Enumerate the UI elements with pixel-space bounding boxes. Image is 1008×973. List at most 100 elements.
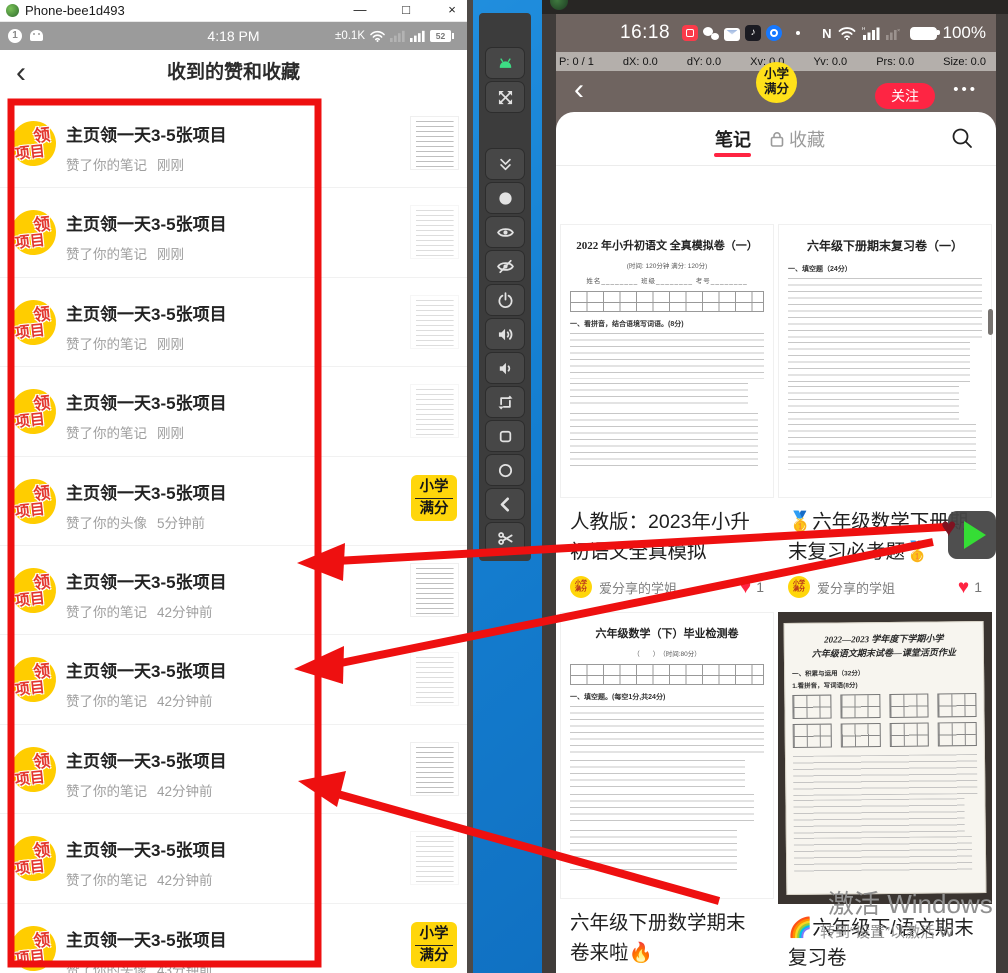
scrollbar-thumb[interactable] (988, 309, 993, 335)
debug-field: Prs: 0.0 (876, 56, 914, 68)
sender-avatar[interactable]: 领项目 (9, 923, 58, 972)
svg-text:H: H (862, 26, 865, 31)
screenshot-button[interactable] (485, 182, 525, 214)
notification-item[interactable]: 领项目 主页领一天3-5张项目 赞了你的笔记刚刚 (0, 367, 467, 456)
play-triangle-icon (964, 521, 986, 549)
square-button[interactable] (485, 420, 525, 452)
note-thumbnail[interactable] (410, 116, 459, 170)
note-thumbnail[interactable] (410, 295, 459, 349)
sender-avatar[interactable]: 领项目 (9, 208, 58, 257)
volume-up-button[interactable] (485, 318, 525, 350)
back-button[interactable] (485, 488, 525, 520)
note-thumbnail[interactable] (410, 205, 459, 259)
close-button[interactable]: × (436, 0, 468, 22)
phone-screen: 16:18 ♪ N H × 100% (556, 14, 996, 973)
page-header: ‹ 收到的赞和收藏 (0, 50, 467, 96)
author-name[interactable]: 爱分享的学姐 (817, 578, 895, 597)
circle-button[interactable] (485, 454, 525, 486)
paper-text-lines (793, 754, 977, 796)
collapse-button[interactable] (485, 148, 525, 180)
emulator-toolbar (479, 13, 531, 561)
liker-avatar-badge[interactable]: 小学满分 (411, 922, 457, 968)
notification-item[interactable]: 领项目 主页领一天3-5张项目 赞了你的笔记刚刚 (0, 278, 467, 367)
notification-title: 主页领一天3-5张项目 (66, 747, 227, 772)
like-heart-icon[interactable]: ♥ (958, 578, 969, 597)
note-thumbnail[interactable] (410, 742, 459, 796)
notification-item[interactable]: 领项目 主页领一天3-5张项目 赞了你的头像5分钟前 小学满分 (0, 457, 467, 546)
active-tab-underline (714, 153, 751, 157)
author-avatar[interactable]: 小学满分 (570, 576, 592, 598)
more-options-icon[interactable]: ••• (953, 81, 978, 98)
note-cover-image: 六年级数学（下）毕业检测卷 （ ） （时间:80分） 一、填空题。(每空1分,共… (560, 612, 774, 899)
notification-item[interactable]: 领项目 主页领一天3-5张项目 赞了你的笔记刚刚 (0, 99, 467, 188)
sender-avatar[interactable]: 领项目 (9, 298, 58, 347)
volume-down-button[interactable] (485, 352, 525, 384)
paper-text-lines (788, 342, 970, 382)
notification-title: 主页领一天3-5张项目 (66, 389, 227, 414)
note-card[interactable]: 六年级数学（下）毕业检测卷 （ ） （时间:80分） 一、填空题。(每空1分,共… (560, 612, 774, 973)
note-thumbnail[interactable] (410, 384, 459, 438)
show-eye-button[interactable] (485, 216, 525, 248)
rotate-button[interactable] (485, 386, 525, 418)
tab-notes[interactable]: 笔记 (715, 126, 751, 152)
like-heart-icon[interactable]: ♥ (941, 512, 956, 543)
liker-avatar-badge[interactable]: 小学满分 (411, 475, 457, 521)
paper-text-lines (788, 424, 976, 470)
note-thumbnail[interactable] (410, 563, 459, 617)
android-button[interactable] (485, 47, 525, 79)
signal-icon-off: × (886, 26, 902, 40)
fullscreen-button[interactable] (485, 81, 525, 113)
sender-avatar[interactable]: 领项目 (9, 119, 58, 168)
paper-text-lines (788, 386, 959, 420)
notification-item[interactable]: 领项目 主页领一天3-5张项目 赞了你的笔记刚刚 (0, 188, 467, 277)
left-window-titlebar[interactable]: Phone-bee1d493 — □ × (0, 0, 467, 22)
note-card[interactable]: 2022 年小升初语文 全真模拟卷（一） (时间: 120分钟 满分: 120分… (560, 224, 774, 608)
paper-text-lines (570, 413, 758, 471)
minimize-button[interactable]: — (344, 0, 376, 22)
browser-icon (766, 25, 782, 41)
notification-subtitle: 赞了你的笔记42分钟前 (66, 601, 227, 621)
sender-avatar[interactable]: 领项目 (9, 745, 58, 794)
sender-avatar[interactable]: 领项目 (9, 655, 58, 704)
tab-favorites[interactable]: 收藏 (770, 126, 825, 152)
note-card[interactable]: 2022—2023 学年度下学期小学 六年级语文期末试卷—课堂活页作业 一、积累… (778, 612, 992, 973)
note-thumbnail[interactable] (410, 652, 459, 706)
search-icon[interactable] (950, 126, 974, 150)
like-heart-icon[interactable]: ♥ (740, 578, 751, 597)
author-avatar[interactable]: 小学满分 (788, 576, 810, 598)
paper-text-lines (570, 706, 764, 756)
nfc-icon: N (822, 26, 831, 41)
profile-avatar[interactable]: 小学 满分 (756, 62, 797, 103)
power-button[interactable] (485, 284, 525, 316)
notification-title: 主页领一天3-5张项目 (66, 300, 227, 325)
note-meta: 小学满分 爱分享的学姐 ♥ 1 (778, 569, 992, 608)
back-chevron-icon[interactable]: ‹ (574, 71, 584, 109)
notification-item[interactable]: 领项目 主页领一天3-5张项目 赞了你的笔记42分钟前 (0, 814, 467, 903)
notification-subtitle: 赞了你的笔记刚刚 (66, 154, 227, 174)
notification-item[interactable]: 领项目 主页领一天3-5张项目 赞了你的笔记42分钟前 (0, 635, 467, 724)
battery-icon (910, 27, 937, 40)
cut-button[interactable] (485, 522, 525, 554)
battery-icon: 52 (430, 30, 451, 42)
notification-item[interactable]: 领项目 主页领一天3-5张项目 赞了你的笔记42分钟前 (0, 546, 467, 635)
hanzi-grid-row (793, 722, 977, 748)
sender-avatar[interactable]: 领项目 (9, 566, 58, 615)
sender-avatar[interactable]: 领项目 (9, 387, 58, 436)
window-title: Phone-bee1d493 (25, 3, 125, 18)
workbook-page: 2022—2023 学年度下学期小学 六年级语文期末试卷—课堂活页作业 一、积累… (784, 621, 987, 895)
sender-avatar[interactable]: 领项目 (9, 834, 58, 883)
sender-avatar[interactable]: 领项目 (9, 476, 58, 525)
hide-eye-button[interactable] (485, 250, 525, 282)
author-name[interactable]: 爱分享的学姐 (599, 578, 677, 597)
note-cover-image: 六年级下册期末复习卷（一） 一、填空题（24分） (778, 224, 992, 498)
follow-button[interactable]: 关注 (875, 83, 935, 109)
notification-title: 主页领一天3-5张项目 (66, 479, 227, 504)
phone-window-titlebar[interactable] (542, 0, 1008, 14)
notification-item[interactable]: 领项目 主页领一天3-5张项目 赞了你的头像43分钟前 小学满分 (0, 904, 467, 973)
note-title: 六年级下册数学期末卷来啦🔥 (560, 899, 774, 970)
maximize-button[interactable]: □ (390, 0, 422, 22)
note-cover-image: 2022 年小升初语文 全真模拟卷（一） (时间: 120分钟 满分: 120分… (560, 224, 774, 498)
note-thumbnail[interactable] (410, 831, 459, 885)
notification-item[interactable]: 领项目 主页领一天3-5张项目 赞了你的笔记42分钟前 (0, 725, 467, 814)
note-meta: 小学满分 爱分享的学姐 ♥ 1 (560, 569, 774, 608)
